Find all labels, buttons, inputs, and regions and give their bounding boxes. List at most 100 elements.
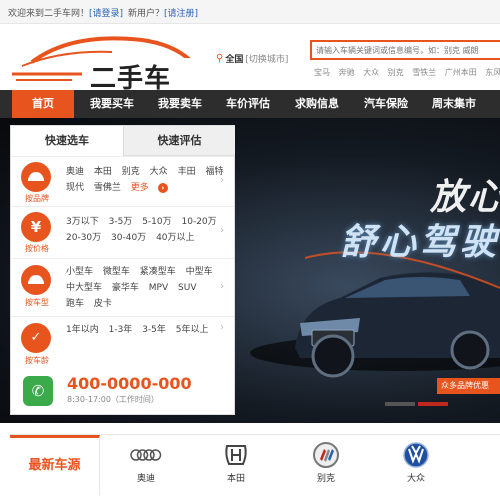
option-link[interactable]: 3-5万 xyxy=(109,217,133,227)
price-options: 3万以下 3-5万 5-10万 10-20万 xyxy=(66,214,224,227)
filter-row-brand: 按品牌 奥迪 本田 别克 大众 丰田 福特 现代 雪佛兰 更多 › › xyxy=(11,156,234,206)
option-link[interactable]: 1年以内 xyxy=(66,325,99,335)
top-bar: 欢迎来到二手车网！[请登录] 新用户？[请注册] xyxy=(0,0,500,24)
option-link[interactable]: 豪华车 xyxy=(112,283,139,293)
option-link[interactable]: 跑车 xyxy=(66,299,84,309)
option-link[interactable]: 40万以上 xyxy=(156,233,194,243)
latest-cars-tab[interactable]: 最新车源 xyxy=(10,435,100,495)
filter-label-price: 按价格 xyxy=(25,244,49,253)
hot-brand-link[interactable]: 雪铁兰 xyxy=(412,68,436,77)
latest-cars-bar: 最新车源 奥迪 本田 别克 大众 xyxy=(10,434,500,500)
option-link[interactable]: 20-30万 xyxy=(66,233,101,243)
option-link[interactable]: 小型车 xyxy=(66,267,93,277)
new-user-text: 新用户？[请注册] xyxy=(128,9,199,19)
option-link[interactable]: 奥迪 xyxy=(66,167,84,177)
filter-label-brand: 按品牌 xyxy=(25,194,49,203)
option-link[interactable]: 大众 xyxy=(150,167,168,177)
option-link[interactable]: 本田 xyxy=(94,167,112,177)
option-link[interactable]: 别克 xyxy=(122,167,140,177)
brand-item-vw[interactable]: 大众 xyxy=(376,439,456,495)
brand-item-buick[interactable]: 别克 xyxy=(286,439,366,495)
option-link[interactable]: 10-20万 xyxy=(182,217,217,227)
brand-name: 本田 xyxy=(226,474,245,484)
tab-quick-select[interactable]: 快速选车 xyxy=(11,126,123,156)
brand-options: 现代 雪佛兰 更多 › xyxy=(66,180,175,193)
site-logo[interactable]: 二手车网 xyxy=(12,30,197,131)
hot-brand-link[interactable]: 宝马 xyxy=(314,68,330,77)
register-link[interactable]: [请注册] xyxy=(164,9,198,19)
hot-brand-link[interactable]: 别克 xyxy=(388,68,404,77)
nav-buy-car[interactable]: 我要买车 xyxy=(80,90,144,118)
location-pin-icon: ⚲ xyxy=(216,53,224,64)
car-icon xyxy=(21,265,51,295)
nav-insurance[interactable]: 汽车保险 xyxy=(354,90,418,118)
audi-logo-icon xyxy=(106,439,186,471)
tab-quick-evaluate[interactable]: 快速评估 xyxy=(123,126,235,156)
hotline-number: 400-0000-000 xyxy=(67,374,192,393)
hot-brand-link[interactable]: 广州本田 xyxy=(445,68,477,77)
city-selector[interactable]: ⚲ 全国 [切换城市] xyxy=(216,52,288,65)
option-link[interactable]: 丰田 xyxy=(178,167,196,177)
welcome-text: 欢迎来到二手车网！[请登录] xyxy=(8,9,124,19)
age-options: 1年以内 1-3年 3-5年 5年以上 xyxy=(66,322,216,335)
search-box[interactable] xyxy=(310,40,500,60)
brand-item-honda[interactable]: 本田 xyxy=(196,439,276,495)
brand-item-audi[interactable]: 奥迪 xyxy=(106,439,186,495)
option-link[interactable]: 5年以上 xyxy=(176,325,209,335)
search-input[interactable] xyxy=(312,42,500,58)
brand-name: 大众 xyxy=(406,474,425,484)
hot-brand-link[interactable]: 奔驰 xyxy=(339,68,355,77)
option-link[interactable]: 紧凑型车 xyxy=(140,267,176,277)
carousel-dot[interactable] xyxy=(385,402,415,406)
city-name: 全国 xyxy=(225,55,244,65)
honda-logo-icon xyxy=(196,439,276,471)
banner-slogan-2: 舒心驾驶 xyxy=(340,222,500,263)
hot-brand-link[interactable]: 东风 xyxy=(485,68,500,77)
nav-wanted[interactable]: 求购信息 xyxy=(285,90,349,118)
filter-row-price: ¥ 按价格 3万以下 3-5万 5-10万 10-20万 20-30万 30-4… xyxy=(11,206,234,258)
filter-row-age: ✓ 按车龄 1年以内 1-3年 3-5年 5年以上 › xyxy=(11,316,234,368)
more-brands-link[interactable]: 更多 › xyxy=(131,183,168,193)
nav-home[interactable]: 首页 xyxy=(12,90,74,118)
option-link[interactable]: 3-5年 xyxy=(142,325,166,335)
option-link[interactable]: 现代 xyxy=(66,183,84,193)
type-options: 跑车 皮卡 xyxy=(66,296,119,309)
type-options: 中大型车 豪华车 MPV SUV xyxy=(66,280,203,293)
hot-brands: 宝马 奔驰 大众 别克 雪铁兰 广州本田 东风 xyxy=(314,67,500,78)
filter-label-type: 按车型 xyxy=(25,298,49,307)
hot-brand-link[interactable]: 大众 xyxy=(363,68,379,77)
nav-sell-car[interactable]: 我要卖车 xyxy=(148,90,212,118)
option-link[interactable]: 中大型车 xyxy=(66,283,102,293)
switch-city-link[interactable]: [切换城市] xyxy=(245,52,288,65)
chevron-right-icon: › xyxy=(220,225,224,236)
option-link[interactable]: 微型车 xyxy=(103,267,130,277)
chevron-right-icon: › xyxy=(220,322,224,333)
brand-name: 奥迪 xyxy=(136,474,155,484)
option-link[interactable]: 雪佛兰 xyxy=(94,183,121,193)
chevron-right-icon: › xyxy=(220,175,224,186)
carousel-dot-active[interactable] xyxy=(418,402,448,406)
option-link[interactable]: 3万以下 xyxy=(66,217,99,227)
brand-options: 奥迪 本田 别克 大众 丰田 福特 xyxy=(66,164,230,177)
option-link[interactable]: MPV xyxy=(149,283,168,293)
brand-name: 别克 xyxy=(316,474,335,484)
filter-label-age: 按车龄 xyxy=(25,356,49,365)
quick-select-panel: 快速选车 快速评估 按品牌 奥迪 本田 别克 大众 丰田 福特 现代 雪佛兰 更… xyxy=(10,125,235,415)
filter-row-type: 按车型 小型车 微型车 紧凑型车 中型车 中大型车 豪华车 MPV SUV 跑车… xyxy=(11,258,234,316)
option-link[interactable]: SUV xyxy=(178,283,196,293)
nav-valuation[interactable]: 车价评估 xyxy=(216,90,280,118)
price-options: 20-30万 30-40万 40万以上 xyxy=(66,230,202,243)
option-link[interactable]: 中型车 xyxy=(186,267,213,277)
check-icon: ✓ xyxy=(21,323,51,353)
buick-logo-icon xyxy=(286,439,366,471)
nav-weekend-market[interactable]: 周末集市 xyxy=(422,90,486,118)
phone-icon: ✆ xyxy=(23,376,53,406)
option-link[interactable]: 5-10万 xyxy=(142,217,171,227)
login-link[interactable]: [请登录] xyxy=(89,9,123,19)
option-link[interactable]: 1-3年 xyxy=(109,325,133,335)
car-icon xyxy=(21,162,51,192)
option-link[interactable]: 30-40万 xyxy=(111,233,146,243)
banner-caption: 众多品牌优惠 xyxy=(437,378,500,394)
option-link[interactable]: 皮卡 xyxy=(94,299,112,309)
main-nav: 首页 我要买车 我要卖车 车价评估 求购信息 汽车保险 周末集市 xyxy=(0,90,500,118)
